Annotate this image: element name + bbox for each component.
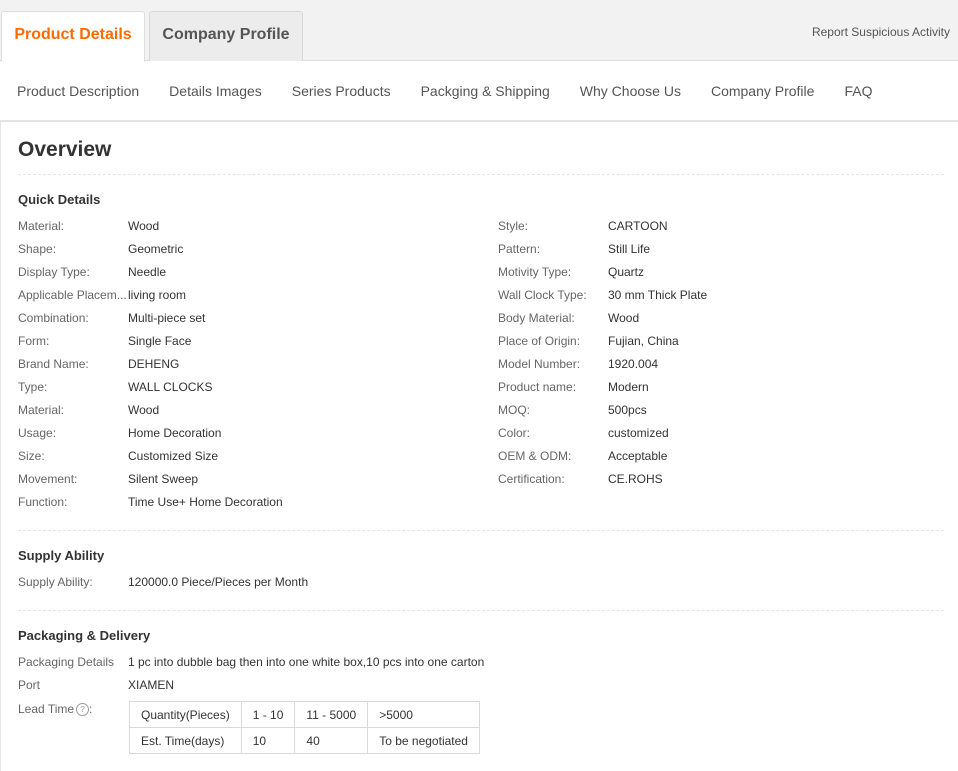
overview-heading: Overview: [18, 138, 112, 161]
detail-value: Acceptable: [608, 449, 668, 463]
nav-faq[interactable]: FAQ: [844, 83, 872, 99]
nav-product-description[interactable]: Product Description: [17, 83, 139, 99]
table-cell: 10: [240, 727, 296, 754]
detail-value: DEHENG: [128, 357, 180, 371]
detail-label: Body Material:: [498, 311, 575, 325]
detail-label: Lead Time: [18, 702, 75, 716]
detail-label: Wall Clock Type:: [498, 288, 587, 302]
detail-value: Geometric: [128, 242, 184, 256]
detail-label: MOQ:: [498, 403, 530, 417]
detail-label: Style:: [498, 219, 529, 233]
table-cell: 11 - 5000: [294, 701, 369, 728]
detail-value: XIAMEN: [128, 678, 175, 692]
divider: [18, 610, 944, 611]
detail-label: Function:: [18, 495, 68, 509]
detail-label: Model Number:: [498, 357, 581, 371]
table-row: Est. Time(days) 10 40 To be negotiated: [129, 727, 480, 754]
product-details-content: Overview Quick Details Material: Wood Shap…: [0, 122, 958, 771]
nav-details-images[interactable]: Details Images: [169, 83, 262, 99]
detail-label: Supply Ability:: [18, 575, 93, 589]
detail-label: Combination:: [18, 311, 89, 325]
nav-company-profile[interactable]: Company Profile: [711, 83, 815, 99]
detail-value: customized: [608, 426, 669, 440]
detail-value: Wood: [608, 311, 640, 325]
detail-value: Home Decoration: [128, 426, 222, 440]
section-nav: Product Description Details Images Serie…: [0, 61, 958, 122]
divider: [18, 530, 944, 531]
detail-label: Display Type:: [18, 265, 90, 279]
detail-label: Place of Origin:: [498, 334, 581, 348]
detail-value: 120000.0 Piece/Pieces per Month: [128, 575, 309, 589]
table-cell: 1 - 10: [240, 701, 296, 728]
supply-ability-heading: Supply Ability: [18, 548, 105, 563]
tab-product-details[interactable]: Product Details: [1, 11, 145, 62]
detail-label: Type:: [18, 380, 48, 394]
detail-label: Certification:: [498, 472, 565, 486]
detail-label: Product name:: [498, 380, 577, 394]
tab-bar: Product Details Company Profile Report S…: [0, 0, 958, 62]
detail-value: 30 mm Thick Plate: [608, 288, 708, 302]
table-cell: Est. Time(days): [129, 727, 242, 754]
detail-label: Color:: [498, 426, 531, 440]
detail-value: Needle: [128, 265, 167, 279]
packaging-delivery-heading: Packaging & Delivery: [18, 628, 151, 643]
detail-value: Customized Size: [128, 449, 219, 463]
table-cell: 40: [294, 727, 369, 754]
detail-label: Port: [18, 678, 41, 692]
detail-value: Single Face: [128, 334, 192, 348]
detail-label: Motivity Type:: [498, 265, 572, 279]
nav-series-products[interactable]: Series Products: [292, 83, 391, 99]
detail-value: 1 pc into dubble bag then into one white…: [128, 655, 485, 669]
nav-why-choose-us[interactable]: Why Choose Us: [580, 83, 681, 99]
question-icon[interactable]: ?: [76, 703, 90, 717]
detail-value: Multi-piece set: [128, 311, 206, 325]
detail-label: Shape:: [18, 242, 57, 256]
detail-value: Time Use+ Home Decoration: [128, 495, 283, 509]
quick-details-heading: Quick Details: [18, 192, 101, 207]
table-cell: To be negotiated: [367, 727, 480, 754]
detail-label: OEM & ODM:: [498, 449, 572, 463]
detail-value: CARTOON: [608, 219, 668, 233]
detail-value: Wood: [128, 403, 160, 417]
detail-value: 500pcs: [608, 403, 647, 417]
detail-value: Still Life: [608, 242, 651, 256]
tab-company-profile[interactable]: Company Profile: [149, 11, 303, 61]
detail-label: Form:: [18, 334, 50, 348]
lead-time-label: Lead Time?:: [18, 702, 93, 717]
detail-label: Packaging Details: [18, 655, 115, 669]
report-suspicious-activity-link[interactable]: Report Suspicious Activity: [812, 25, 950, 39]
divider: [18, 174, 944, 175]
detail-value: Modern: [608, 380, 649, 394]
detail-value: Fujian, China: [608, 334, 679, 348]
nav-packaging-shipping[interactable]: Packging & Shipping: [421, 83, 550, 99]
detail-value: CE.ROHS: [608, 472, 663, 486]
detail-value: living room: [128, 288, 187, 302]
table-row: Quantity(Pieces) 1 - 10 11 - 5000 >5000: [129, 701, 480, 728]
detail-label: Material:: [18, 403, 65, 417]
detail-label: Pattern:: [498, 242, 541, 256]
detail-value: Quartz: [608, 265, 645, 279]
detail-value: Silent Sweep: [128, 472, 199, 486]
detail-value: Wood: [128, 219, 160, 233]
detail-label: Applicable Placem...: [18, 288, 127, 302]
detail-value: WALL CLOCKS: [128, 380, 213, 394]
detail-label: Size:: [18, 449, 45, 463]
detail-value: 1920.004: [608, 357, 659, 371]
table-cell: >5000: [367, 701, 480, 728]
detail-label: Movement:: [18, 472, 78, 486]
detail-label: Usage:: [18, 426, 57, 440]
detail-label: Material:: [18, 219, 65, 233]
table-cell: Quantity(Pieces): [129, 701, 242, 728]
lead-time-table: Quantity(Pieces) 1 - 10 11 - 5000 >5000 …: [129, 701, 480, 754]
detail-label: Brand Name:: [18, 357, 89, 371]
